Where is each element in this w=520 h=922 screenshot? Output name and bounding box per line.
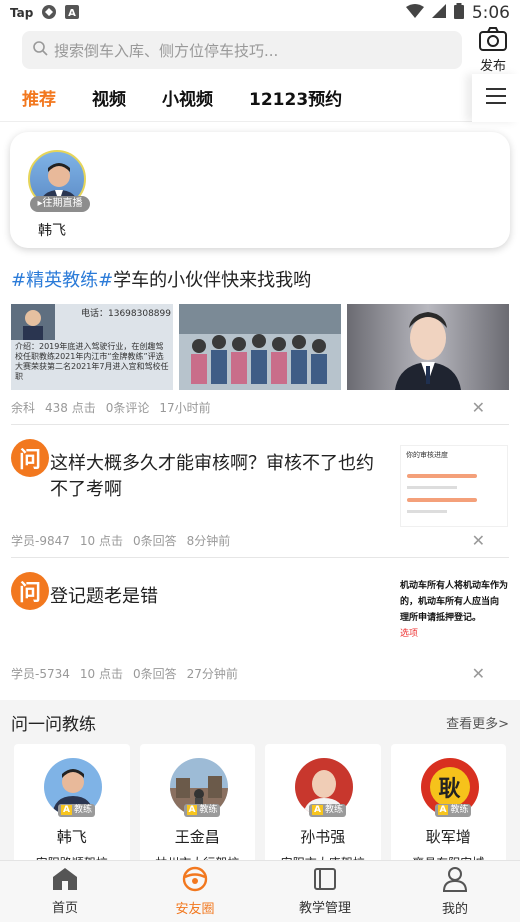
clock: 5:06 <box>471 3 510 23</box>
question-icon: 问 <box>11 439 49 477</box>
ask-coach-header: 问一问教练 查看更多> <box>0 700 520 744</box>
question-thumbnail[interactable]: 你的审核进度 <box>400 445 508 527</box>
coach-name: 韩飞 <box>56 828 87 846</box>
nav-mine-label: 我的 <box>441 902 468 917</box>
search-row: 搜索倒车入库、侧方位停车技巧... 发布 <box>0 26 520 74</box>
question-icon: 问 <box>11 572 49 610</box>
thumb-line-2: 的，机动车所有人应当向 <box>400 597 500 607</box>
post-image-phone: 电话：13698308899 <box>81 309 171 319</box>
see-more-link[interactable]: 查看更多> <box>446 713 509 732</box>
thumb-wrong-answer: 选项 <box>400 629 419 639</box>
wifi-icon <box>405 3 424 23</box>
question-clicks: 10 点击 <box>79 666 123 681</box>
signal-icon <box>431 3 446 23</box>
ask-coach-section: 问一问教练 查看更多> A教练 韩飞 安阳路顺驾校 A教练 王金昌 林州市大行驾… <box>0 700 520 884</box>
sync-icon <box>41 4 57 23</box>
svg-text:A: A <box>68 8 76 19</box>
question-answers: 0条回答 <box>132 666 177 681</box>
post-time: 17小时前 <box>159 400 211 415</box>
ask-coach-title: 问一问教练 <box>11 714 96 735</box>
coach-badge: A 教练 <box>183 804 221 817</box>
question-item[interactable]: 问 登记题老是错 机动车所有人将机动车作为 的，机动车所有人应当向 理所申请抵押… <box>0 558 520 690</box>
search-input[interactable]: 搜索倒车入库、侧方位停车技巧... <box>22 31 462 69</box>
close-icon[interactable]: ✕ <box>472 531 485 550</box>
home-icon <box>52 867 78 897</box>
question-author[interactable]: 学员-5734 <box>11 665 70 682</box>
publish-label: 发布 <box>479 58 506 74</box>
nav-home[interactable]: 首页 <box>0 861 130 922</box>
question-answers: 0条回答 <box>132 533 177 548</box>
close-icon[interactable]: ✕ <box>472 398 485 417</box>
nav-mine[interactable]: 我的 <box>390 861 520 922</box>
nav-circle[interactable]: 安友圈 <box>130 861 260 922</box>
tab-short-video[interactable]: 小视频 <box>162 85 213 110</box>
user-icon <box>442 866 468 898</box>
coach-name: 王金昌 <box>174 828 220 846</box>
post-image-3[interactable] <box>347 304 509 390</box>
post-item[interactable]: #精英教练#学车的小伙伴快来找我哟 电话：13698308899 介绍：2019… <box>0 268 520 424</box>
live-card[interactable]: ▸往期直播 韩飞 <box>10 132 510 248</box>
live-host-name: 韩飞 <box>38 223 66 239</box>
hamburger-icon <box>486 88 506 108</box>
question-text[interactable]: 这样大概多久才能审核啊？审核不了也约不了考啊 <box>50 451 390 503</box>
status-bar: Tap A 5:06 <box>0 0 520 26</box>
post-comments: 0条评论 <box>105 400 150 415</box>
post-image-1[interactable]: 电话：13698308899 介绍：2019年底进入驾驶行业，在创趣驾校任职教练… <box>11 304 173 390</box>
search-placeholder: 搜索倒车入库、侧方位停车技巧... <box>54 41 279 60</box>
post-hashtag[interactable]: #精英教练# <box>11 270 113 291</box>
question-author[interactable]: 学员-9847 <box>11 532 70 549</box>
post-title[interactable]: #精英教练#学车的小伙伴快来找我哟 <box>11 268 509 294</box>
coach-name: 孙书强 <box>300 828 346 846</box>
nav-home-label: 首页 <box>51 901 78 916</box>
tab-12123[interactable]: 12123预约 <box>249 85 342 110</box>
close-icon[interactable]: ✕ <box>472 664 485 683</box>
live-replay-badge: ▸往期直播 <box>30 196 90 212</box>
post-meta: 余科 438 点击 0条评论 17小时前 ✕ <box>11 390 509 424</box>
question-meta: 学员-5734 10 点击 0条回答 27分钟前 ✕ <box>11 656 509 690</box>
tab-menu-button[interactable] <box>472 74 520 122</box>
coach-badge: A 教练 <box>434 804 472 817</box>
a-notification-icon: A <box>65 4 80 22</box>
camera-icon <box>478 26 508 55</box>
question-thumbnail[interactable]: 机动车所有人将机动车作为 的，机动车所有人应当向 理所申请抵押登记。 选项 <box>400 578 518 660</box>
thumb-line-1: 机动车所有人将机动车作为 <box>400 581 509 591</box>
tab-video[interactable]: 视频 <box>92 85 126 110</box>
question-meta: 学员-9847 10 点击 0条回答 8分钟前 ✕ <box>11 523 509 557</box>
question-time: 8分钟前 <box>186 533 231 548</box>
battery-icon <box>453 2 464 24</box>
post-image-2[interactable] <box>179 304 341 390</box>
nav-teaching-label: 教学管理 <box>298 901 351 916</box>
search-icon <box>32 40 48 60</box>
coach-name: 耿军增 <box>425 828 471 846</box>
steering-wheel-icon <box>182 866 208 898</box>
coach-badge: A 教练 <box>58 804 95 817</box>
publish-button[interactable]: 发布 <box>476 26 510 74</box>
nav-teaching[interactable]: 教学管理 <box>260 861 390 922</box>
nav-circle-label: 安友圈 <box>175 902 215 917</box>
app-screen: Tap A 5:06 搜索倒车入库、侧方位停车技巧... 发布 推荐 视频 小视… <box>0 0 520 922</box>
book-icon <box>312 867 338 897</box>
thumb-line-3: 理所申请抵押登记。 <box>400 613 482 623</box>
question-time: 27分钟前 <box>186 666 238 681</box>
bottom-nav: 首页 安友圈 教学管理 我的 <box>0 860 520 922</box>
question-clicks: 10 点击 <box>79 533 123 548</box>
coach-badge: A 教练 <box>309 804 346 817</box>
carrier-label: Tap <box>10 6 34 20</box>
question-item[interactable]: 问 这样大概多久才能审核啊？审核不了也约不了考啊 你的审核进度 学员-9847 … <box>0 425 520 557</box>
post-clicks: 438 点击 <box>45 400 96 415</box>
post-author[interactable]: 余科 <box>11 399 35 416</box>
question-text[interactable]: 登记题老是错 <box>50 584 390 610</box>
tab-recommend[interactable]: 推荐 <box>22 85 56 110</box>
coach-avatar-char: 耿 <box>429 767 470 807</box>
post-images: 电话：13698308899 介绍：2019年底进入驾驶行业，在创趣驾校任职教练… <box>11 304 509 390</box>
post-image-caption: 介绍：2019年底进入驾驶行业，在创趣驾校任职教练2021年内江市“金牌教练”评… <box>15 342 169 381</box>
category-tabs: 推荐 视频 小视频 12123预约 <box>0 74 520 122</box>
